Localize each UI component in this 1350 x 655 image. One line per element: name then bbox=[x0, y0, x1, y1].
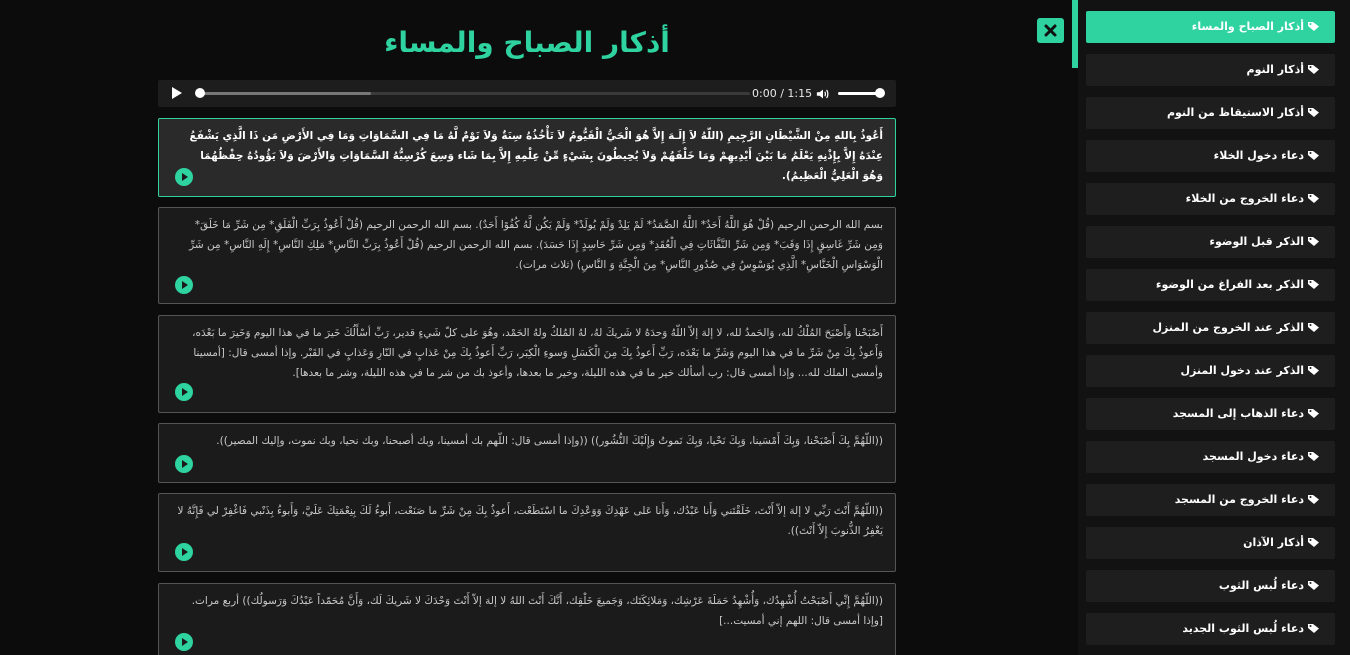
play-icon[interactable] bbox=[175, 383, 193, 401]
sidebar-item-label: أذكار النوم bbox=[1246, 63, 1304, 76]
sidebar-item-label: دعاء الخروج من المسجد bbox=[1174, 493, 1304, 506]
sidebar-item[interactable]: الذكر عند الخروج من المنزل bbox=[1086, 312, 1335, 344]
tag-icon bbox=[1308, 194, 1319, 203]
dhikr-card: أَصْبَحْنا وَأَصْبَحَ المُلْكُ لله، وَال… bbox=[158, 315, 896, 413]
sidebar-item-label: دعاء دخول الخلاء bbox=[1213, 149, 1304, 162]
sidebar-item[interactable]: دعاء دخول الخلاء bbox=[1086, 140, 1335, 172]
sidebar-item[interactable]: أذكار الآذان bbox=[1086, 527, 1335, 559]
dhikr-card: ((اللّهُمَّ بِكَ أَصْبَحْنا، وَبِكَ أَمْ… bbox=[158, 423, 896, 483]
dhikr-card: بسم الله الرحمن الرحيم (قُلْ هُوَ اللَّه… bbox=[158, 207, 896, 304]
play-icon[interactable] bbox=[175, 276, 193, 294]
sidebar-item-label: الذكر بعد الفراغ من الوضوء bbox=[1155, 278, 1304, 291]
dhikr-card: أَعُوذُ بِاللهِ مِنْ الشَّيْطَانِ الرَّج… bbox=[158, 118, 896, 197]
sidebar-item-label: دعاء الخروج من الخلاء bbox=[1185, 192, 1304, 205]
progress-buffered bbox=[200, 92, 371, 95]
dhikr-card: ((اللّهُمَّ أَنْتَ رَبِّي لا إلهَ إلاّ أ… bbox=[158, 493, 896, 572]
sidebar-scrollbar[interactable] bbox=[1072, 0, 1078, 655]
dhikr-card: ((اللّهُمَّ إِنِّي أَصْبَحْتُ أُشْهِدُك،… bbox=[158, 583, 896, 655]
sidebar-item-label: دعاء الذهاب إلى المسجد bbox=[1172, 407, 1304, 420]
sidebar-item-label: أذكار الاستيقاظ من النوم bbox=[1166, 106, 1304, 119]
time-display: 0:00 / 1:15 bbox=[752, 87, 813, 100]
tag-icon bbox=[1308, 65, 1319, 74]
dhikr-text: ((اللّهُمَّ إِنِّي أَصْبَحْتُ أُشْهِدُك،… bbox=[191, 595, 883, 627]
play-icon[interactable] bbox=[172, 87, 182, 99]
sidebar-item-label: أذكار الصباح والمساء bbox=[1191, 20, 1304, 33]
progress-track[interactable] bbox=[195, 88, 750, 98]
volume-slider[interactable] bbox=[838, 88, 885, 98]
sidebar-item-label: الذكر عند دخول المنزل bbox=[1180, 364, 1304, 377]
sidebar-item-label: دعاء لُبس الثوب الجديد bbox=[1182, 622, 1304, 635]
tag-icon bbox=[1308, 581, 1319, 590]
dhikr-text: أَعُوذُ بِاللهِ مِنْ الشَّيْطَانِ الرَّج… bbox=[189, 130, 883, 182]
tag-icon bbox=[1308, 495, 1319, 504]
sidebar-item[interactable]: دعاء دخول المسجد bbox=[1086, 441, 1335, 473]
main-content: أذكار الصباح والمساء 0:00 / 1:15 أَعُوذُ… bbox=[0, 0, 1070, 655]
tag-icon bbox=[1308, 280, 1319, 289]
tag-icon bbox=[1308, 108, 1319, 117]
sidebar-item[interactable]: الذكر قبل الوضوء bbox=[1086, 226, 1335, 258]
sidebar-item-label: الذكر عند الخروج من المنزل bbox=[1152, 321, 1304, 334]
tag-icon bbox=[1308, 22, 1319, 31]
sidebar-item[interactable]: أذكار الاستيقاظ من النوم bbox=[1086, 97, 1335, 129]
dhikr-text: ((اللّهُمَّ بِكَ أَصْبَحْنا، وَبِكَ أَمْ… bbox=[216, 435, 883, 447]
play-icon[interactable] bbox=[175, 455, 193, 473]
play-icon[interactable] bbox=[175, 543, 193, 561]
sidebar-item[interactable]: الذكر بعد الفراغ من الوضوء bbox=[1086, 269, 1335, 301]
sidebar-item-label: دعاء لُبس الثوب bbox=[1218, 579, 1304, 592]
dhikr-text: أَصْبَحْنا وَأَصْبَحَ المُلْكُ لله، وَال… bbox=[192, 327, 883, 379]
sidebar-item[interactable]: دعاء لُبس الثوب bbox=[1086, 570, 1335, 602]
play-icon[interactable] bbox=[175, 168, 193, 186]
sidebar-item-label: أذكار الآذان bbox=[1243, 536, 1304, 549]
sidebar-item-label: دعاء دخول المسجد bbox=[1202, 450, 1304, 463]
sidebar-item[interactable]: أذكار النوم bbox=[1086, 54, 1335, 86]
tag-icon bbox=[1308, 409, 1319, 418]
page-title: أذكار الصباح والمساء bbox=[384, 26, 670, 59]
sidebar: أذكار الصباح والمساء أذكار النوم أذكار الا… bbox=[1072, 0, 1350, 655]
volume-icon[interactable] bbox=[816, 87, 830, 101]
dhikr-text: ((اللّهُمَّ أَنْتَ رَبِّي لا إلهَ إلاّ أ… bbox=[177, 505, 883, 537]
tag-icon bbox=[1308, 151, 1319, 160]
sidebar-scroll-thumb[interactable] bbox=[1072, 0, 1078, 68]
sidebar-item[interactable]: الذكر عند دخول المنزل bbox=[1086, 355, 1335, 387]
sidebar-item[interactable]: دعاء لُبس الثوب الجديد bbox=[1086, 613, 1335, 645]
audio-player[interactable]: 0:00 / 1:15 bbox=[158, 80, 896, 107]
tag-icon bbox=[1308, 366, 1319, 375]
progress-thumb[interactable] bbox=[195, 88, 205, 98]
sidebar-item[interactable]: دعاء الذهاب إلى المسجد bbox=[1086, 398, 1335, 430]
tag-icon bbox=[1308, 237, 1319, 246]
close-icon[interactable] bbox=[1037, 18, 1064, 43]
dhikr-text: بسم الله الرحمن الرحيم (قُلْ هُوَ اللَّه… bbox=[189, 219, 883, 271]
sidebar-item[interactable]: أذكار الصباح والمساء bbox=[1086, 11, 1335, 43]
sidebar-item-label: الذكر قبل الوضوء bbox=[1209, 235, 1304, 248]
tag-icon bbox=[1308, 452, 1319, 461]
volume-thumb[interactable] bbox=[875, 88, 885, 98]
play-icon[interactable] bbox=[175, 633, 193, 651]
sidebar-item[interactable]: دعاء الخروج من المسجد bbox=[1086, 484, 1335, 516]
sidebar-item[interactable]: دعاء الخروج من الخلاء bbox=[1086, 183, 1335, 215]
tag-icon bbox=[1308, 323, 1319, 332]
volume-level bbox=[838, 92, 880, 95]
tag-icon bbox=[1308, 538, 1319, 547]
tag-icon bbox=[1308, 624, 1319, 633]
